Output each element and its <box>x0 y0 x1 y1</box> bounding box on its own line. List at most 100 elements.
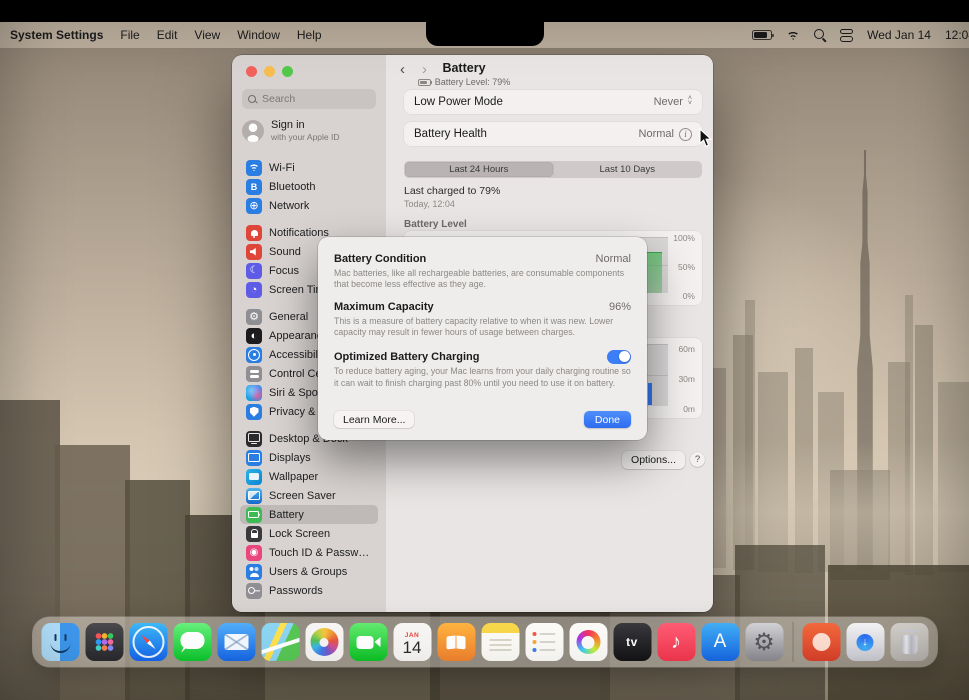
dock-item-books[interactable] <box>437 623 475 661</box>
fitness-icon <box>569 623 607 661</box>
sidebar-item-displays[interactable]: Displays <box>240 448 378 467</box>
dock-item-calendar[interactable]: JAN 14 <box>393 623 431 661</box>
battery-health-info-button[interactable] <box>679 127 692 141</box>
dock-item-facetime[interactable] <box>349 623 387 661</box>
touch-id-icon <box>246 544 262 561</box>
dock-item-music[interactable] <box>657 623 695 661</box>
segment-last-10-days[interactable]: Last 10 Days <box>552 162 702 177</box>
sidebar-item-bluetooth[interactable]: Bluetooth <box>240 177 378 196</box>
dock-item-reminders[interactable] <box>525 623 563 661</box>
wallpaper-icon <box>246 468 262 485</box>
axis-label: 60m <box>678 344 695 354</box>
battery-status-icon[interactable] <box>752 30 775 40</box>
camera-notch <box>425 0 544 46</box>
minimize-button[interactable] <box>264 66 275 77</box>
wifi-icon <box>246 159 262 176</box>
battery-condition-label: Battery Condition <box>334 253 427 265</box>
menu-file[interactable]: File <box>120 28 139 42</box>
segment-last-24-hours[interactable]: Last 24 Hours <box>405 162 553 177</box>
battery-condition-section: Battery Condition Normal Mac batteries, … <box>334 253 631 290</box>
reminders-icon <box>525 623 563 661</box>
facetime-icon <box>349 623 387 661</box>
orange-app-icon <box>802 623 840 661</box>
maximum-capacity-description: This is a measure of battery capacity re… <box>334 315 614 338</box>
dock-item-messages[interactable] <box>173 623 211 661</box>
dock-item-mail[interactable] <box>217 623 255 661</box>
dock-item-fitness[interactable] <box>569 623 607 661</box>
sidebar-item-label: Network <box>269 199 310 212</box>
battery-icon <box>246 506 262 523</box>
dock-item-orange-app[interactable] <box>802 623 840 661</box>
low-power-mode-label: Low Power Mode <box>414 96 503 108</box>
optimized-charging-label: Optimized Battery Charging <box>334 350 480 363</box>
control-center-icon[interactable] <box>840 29 853 42</box>
menu-clock-date[interactable]: Wed Jan 14 <box>867 28 931 42</box>
dock-item-safari[interactable] <box>129 623 167 661</box>
help-button[interactable]: ? <box>690 452 705 467</box>
dock-item-tv[interactable]: tv <box>613 623 651 661</box>
dock-item-downloads[interactable] <box>846 623 884 661</box>
menu-help[interactable]: Help <box>297 28 322 42</box>
battery-health-dialog: Battery Condition Normal Mac batteries, … <box>318 237 647 440</box>
sidebar-item-users-groups[interactable]: Users & Groups <box>240 562 378 581</box>
done-button[interactable]: Done <box>583 411 631 428</box>
mail-icon <box>217 623 255 661</box>
lock-screen-icon <box>246 525 262 542</box>
photos-icon <box>305 623 343 661</box>
close-button[interactable] <box>246 66 257 77</box>
optimized-charging-toggle[interactable] <box>607 349 631 364</box>
trash-icon <box>890 623 928 661</box>
tv-icon: tv <box>613 623 651 661</box>
axis-label: 100% <box>673 233 695 243</box>
macbook-screen: System Settings File Edit View Window He… <box>0 0 969 700</box>
dock-item-photos[interactable] <box>305 623 343 661</box>
sidebar-item-label: Displays <box>269 451 311 464</box>
search-icon <box>248 94 257 104</box>
dock-item-system-settings[interactable] <box>745 623 783 661</box>
sidebar-item-label: Wi-Fi <box>269 161 295 174</box>
dock-item-maps[interactable] <box>261 623 299 661</box>
sidebar-item-touch-id-password[interactable]: Touch ID & Password <box>240 543 378 562</box>
menu-app-name[interactable]: System Settings <box>10 28 103 42</box>
low-power-mode-popup[interactable]: Never ˄ ˅ <box>654 95 692 108</box>
sidebar-item-network[interactable]: Network <box>240 196 378 215</box>
learn-more-button[interactable]: Learn More... <box>334 411 415 428</box>
axis-label: 30m <box>678 374 695 384</box>
dock-item-notes[interactable] <box>481 623 519 661</box>
notes-icon <box>481 623 519 661</box>
safari-icon <box>129 623 167 661</box>
window-controls <box>232 55 386 77</box>
network-icon <box>246 197 262 214</box>
sidebar-item-lock-screen[interactable]: Lock Screen <box>240 524 378 543</box>
sidebar-item-battery[interactable]: Battery <box>240 505 378 525</box>
menu-edit[interactable]: Edit <box>157 28 178 42</box>
options-button[interactable]: Options... <box>622 451 685 469</box>
sidebar-item-label: Bluetooth <box>269 180 316 193</box>
dock-item-app-store[interactable] <box>701 623 739 661</box>
sidebar-item-passwords[interactable]: Passwords <box>240 581 378 600</box>
sign-in-title: Sign in <box>271 119 305 131</box>
spotlight-search-icon[interactable] <box>814 29 826 41</box>
zoom-button[interactable] <box>282 66 293 77</box>
battery-health-row: Battery Health Normal <box>404 122 702 146</box>
back-button[interactable]: ‹ <box>400 62 405 77</box>
last-charged-title: Last charged to 79% <box>404 185 501 197</box>
sidebar-item-wallpaper[interactable]: Wallpaper <box>240 467 378 486</box>
menu-clock-time[interactable]: 12:04 <box>945 28 969 42</box>
sidebar-search-field[interactable] <box>242 89 376 109</box>
dock-item-finder[interactable] <box>41 623 79 661</box>
battery-health-value: Normal <box>638 128 674 140</box>
search-input[interactable] <box>262 93 370 105</box>
menu-window[interactable]: Window <box>237 28 280 42</box>
menu-view[interactable]: View <box>194 28 220 42</box>
sidebar-item-label: Sound <box>269 245 301 258</box>
sidebar-item-screen-saver[interactable]: Screen Saver <box>240 486 378 505</box>
sidebar-item-label: Wallpaper <box>269 470 319 483</box>
battery-level-icon <box>417 78 433 86</box>
apple-id-sign-in[interactable]: Sign in with your Apple ID <box>232 109 386 142</box>
dock-item-launchpad[interactable] <box>85 623 123 661</box>
general-icon <box>246 308 262 325</box>
dock-item-trash[interactable] <box>890 623 928 661</box>
wifi-status-icon[interactable] <box>786 30 801 40</box>
sidebar-item-wi-fi[interactable]: Wi-Fi <box>240 158 378 177</box>
